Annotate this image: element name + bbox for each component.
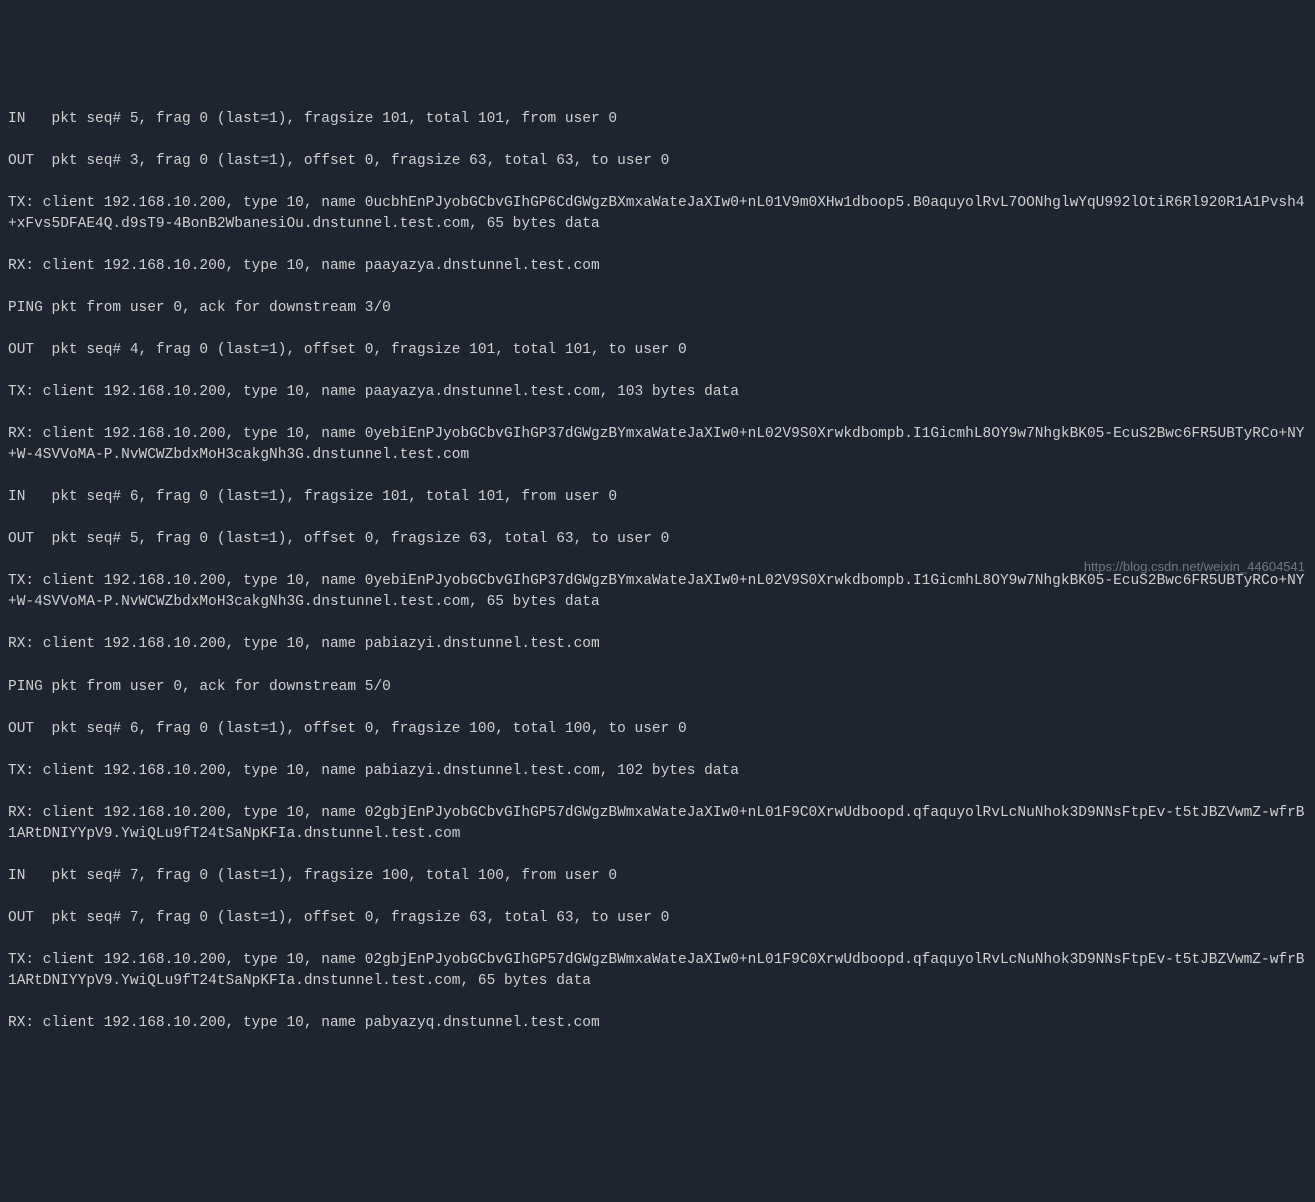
log-line: TX: client 192.168.10.200, type 10, name… (8, 950, 1307, 992)
log-line: OUT pkt seq# 6, frag 0 (last=1), offset … (8, 719, 1307, 740)
log-line: PING pkt from user 0, ack for downstream… (8, 298, 1307, 319)
log-line: RX: client 192.168.10.200, type 10, name… (8, 634, 1307, 655)
log-line: OUT pkt seq# 7, frag 0 (last=1), offset … (8, 908, 1307, 929)
log-line: RX: client 192.168.10.200, type 10, name… (8, 803, 1307, 845)
log-line: OUT pkt seq# 3, frag 0 (last=1), offset … (8, 151, 1307, 172)
log-line: OUT pkt seq# 4, frag 0 (last=1), offset … (8, 340, 1307, 361)
log-line: IN pkt seq# 6, frag 0 (last=1), fragsize… (8, 487, 1307, 508)
log-line: RX: client 192.168.10.200, type 10, name… (8, 256, 1307, 277)
log-line: TX: client 192.168.10.200, type 10, name… (8, 193, 1307, 235)
log-line: TX: client 192.168.10.200, type 10, name… (8, 761, 1307, 782)
log-line: PING pkt from user 0, ack for downstream… (8, 677, 1307, 698)
watermark-text: https://blog.csdn.net/weixin_44604541 (1084, 558, 1305, 577)
log-line: IN pkt seq# 7, frag 0 (last=1), fragsize… (8, 866, 1307, 887)
log-line: IN pkt seq# 5, frag 0 (last=1), fragsize… (8, 109, 1307, 130)
log-line: TX: client 192.168.10.200, type 10, name… (8, 571, 1307, 613)
log-line: TX: client 192.168.10.200, type 10, name… (8, 382, 1307, 403)
log-line: RX: client 192.168.10.200, type 10, name… (8, 1013, 1307, 1034)
log-line: OUT pkt seq# 5, frag 0 (last=1), offset … (8, 529, 1307, 550)
log-line: RX: client 192.168.10.200, type 10, name… (8, 424, 1307, 466)
